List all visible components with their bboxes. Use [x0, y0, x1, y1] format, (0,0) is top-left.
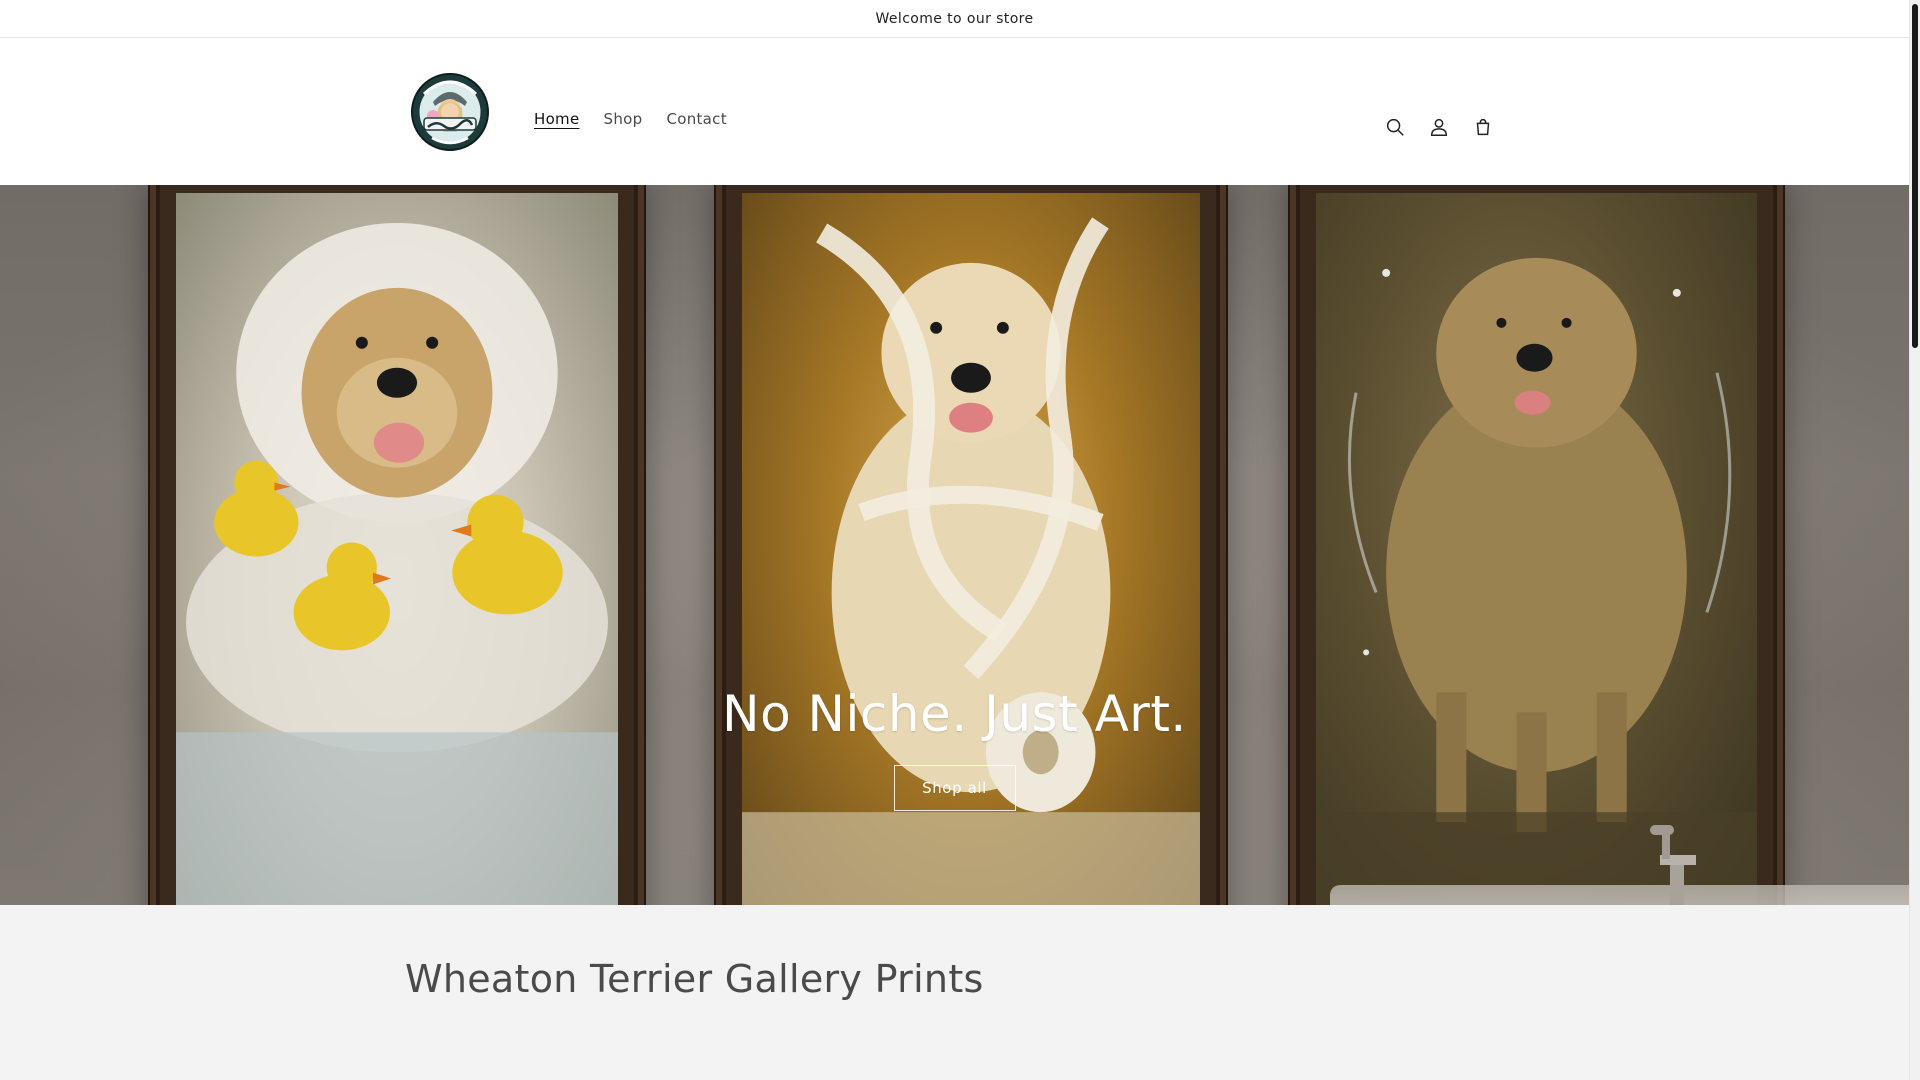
cart-button[interactable] — [1466, 110, 1500, 144]
hero-title: No Niche. Just Art. — [722, 685, 1187, 743]
scrollbar-thumb[interactable] — [1912, 4, 1918, 348]
search-icon — [1386, 118, 1404, 136]
store-logo[interactable] — [410, 72, 490, 152]
cart-icon — [1476, 118, 1490, 136]
hero-content: No Niche. Just Art. Shop all — [0, 685, 1909, 811]
account-button[interactable] — [1422, 110, 1456, 144]
hero-banner: No Niche. Just Art. Shop all — [0, 185, 1909, 905]
announcement-bar: Welcome to our store — [0, 0, 1909, 38]
shop-all-button[interactable]: Shop all — [893, 765, 1016, 811]
faucet-icon — [1650, 825, 1696, 905]
sink-counter — [1330, 885, 1909, 905]
announcement-text: Welcome to our store — [875, 10, 1034, 27]
header-icons — [1378, 110, 1500, 144]
collection-title: Wheaton Terrier Gallery Prints — [405, 957, 984, 1001]
page: Welcome to our store Home Shop Contact N… — [0, 0, 1909, 1080]
main-nav: Home Shop Contact — [522, 100, 739, 138]
logo-badge-icon — [411, 73, 489, 151]
nav-contact[interactable]: Contact — [654, 100, 738, 138]
search-button[interactable] — [1378, 110, 1412, 144]
site-header: Home Shop Contact — [0, 38, 1909, 185]
page-scrollbar[interactable] — [1909, 0, 1920, 1080]
account-icon — [1430, 118, 1448, 136]
nav-shop[interactable]: Shop — [592, 100, 655, 138]
nav-home[interactable]: Home — [522, 100, 592, 138]
collection-section: Wheaton Terrier Gallery Prints — [0, 905, 1909, 1080]
